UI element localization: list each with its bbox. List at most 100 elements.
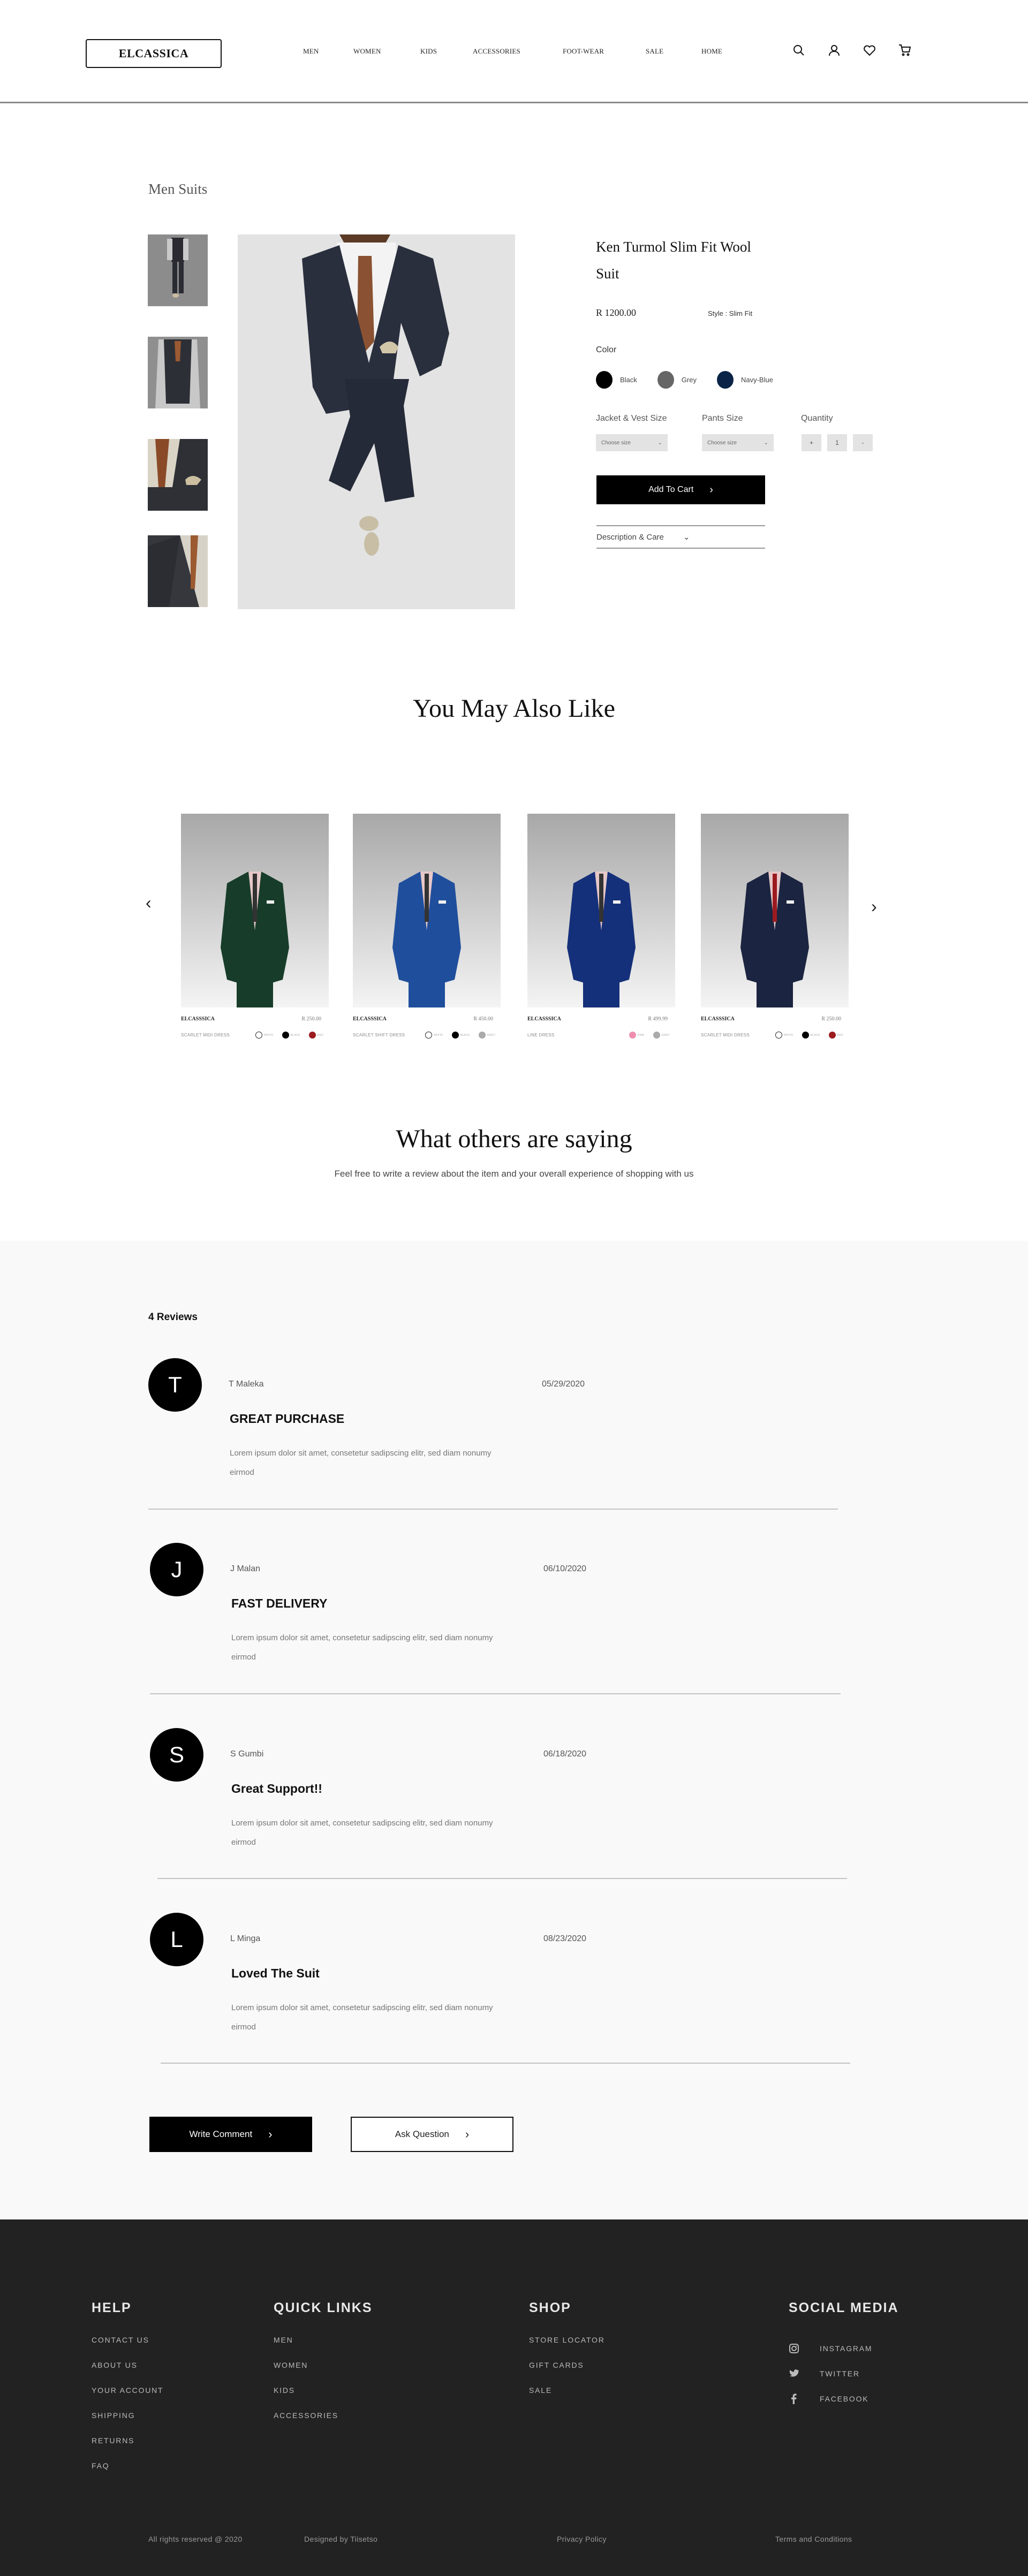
color-swatches: Black Grey Navy-Blue [596,371,793,389]
carousel-prev-arrow[interactable]: ‹ [146,893,152,913]
heart-icon[interactable] [863,44,876,57]
color-name: WHITE [784,1033,793,1037]
add-to-cart-button[interactable]: Add To Cart › [596,475,765,504]
color-dot [657,371,674,389]
carousel-next-arrow[interactable]: › [871,897,877,916]
color-dot [596,371,613,389]
divider [150,1693,841,1694]
review-body: Lorem ipsum dolor sit amet, consetetur s… [231,2003,493,2032]
logo[interactable]: ELCASSICA [86,39,222,68]
nav-men[interactable]: MEN [303,47,353,56]
breadcrumb[interactable]: Men Suits [148,181,207,198]
color-dot[interactable] [425,1032,433,1039]
color-dot[interactable] [653,1032,660,1039]
product-card-image[interactable] [353,814,501,1007]
jacket-size-select[interactable]: Choose size ⌄ [596,434,668,451]
nav-home[interactable]: HOME [701,47,722,56]
review-date: 08/23/2020 [543,1934,587,1943]
product-card[interactable]: ELCASSSICA R 250.00 SCARLET MIDI DRESS WHIT… [181,814,329,1039]
color-dot[interactable] [629,1032,636,1039]
color-name: PINK [637,1033,645,1037]
product-price: R 499.99 [648,1016,668,1022]
footer-link-accessories[interactable]: ACCESSORIES [274,2411,373,2436]
color-dot[interactable] [255,1032,263,1039]
footer-heading: QUICK LINKS [274,2300,373,2315]
product-card[interactable]: ELCASSSICA R 450.00 SCARLET SHIFT DRESS WHI… [353,814,501,1039]
color-dot[interactable] [308,1032,316,1039]
thumbnail-4[interactable] [148,535,208,607]
product-name: SCARLET MIDI DRESS [181,1033,230,1037]
quantity-increase-button[interactable]: + [802,434,821,451]
footer-shop: SHOP STORE LOCATOR GIFT CARDS SALE [529,2300,605,2411]
nav-women[interactable]: WOMEN [353,47,420,56]
product-brand: ELCASSSICA [181,1016,215,1022]
color-name: BLACK [290,1033,300,1037]
footer-link-men[interactable]: MEN [274,2336,373,2361]
product-card[interactable]: ELCASSSICA R 499.99 LINE DRESS PINK GREY [527,814,675,1039]
product-card-image[interactable] [527,814,675,1007]
product-price: R 450.00 [473,1016,493,1022]
footer-link-shipping[interactable]: SHIPPING [92,2411,163,2436]
nav-accessories[interactable]: ACCESSORIES [473,47,563,56]
quantity-decrease-button[interactable]: - [853,434,873,451]
footer-link-faq[interactable]: FAQ [92,2461,163,2487]
color-name: RED [317,1033,323,1037]
footer-heading: SHOP [529,2300,571,2315]
footer-link-store-locator[interactable]: STORE LOCATOR [529,2336,605,2361]
color-dot[interactable] [451,1032,459,1039]
footer-link-your-account[interactable]: YOUR ACCOUNT [92,2386,163,2411]
twitter-icon [789,2367,799,2380]
nav-sale[interactable]: SALE [646,47,701,56]
cart-icon[interactable] [898,44,911,57]
pants-size-select[interactable]: Choose size ⌄ [702,434,774,451]
reviewer-name: L Minga [230,1934,261,1943]
color-dot[interactable] [802,1032,809,1039]
main-product-image [238,234,515,609]
product-card-image[interactable] [181,814,329,1007]
privacy-policy-link[interactable]: Privacy Policy [557,2535,607,2543]
footer-link-about-us[interactable]: ABOUT US [92,2361,163,2386]
review-body: Lorem ipsum dolor sit amet, consetetur s… [231,1819,493,1847]
product-color-options: WHITE BLACK RED [772,1032,849,1039]
jacket-size-label: Jacket & Vest Size [596,414,667,423]
color-dot[interactable] [828,1032,836,1039]
footer-link-facebook[interactable]: FACEBOOK [789,2386,899,2411]
footer-link-twitter[interactable]: TWITTER [789,2361,899,2386]
color-option-navy-blue[interactable]: Navy-Blue [716,371,773,389]
nav-kids[interactable]: KIDS [420,47,473,56]
description-care-toggle[interactable]: Description & Care ⌄ [596,525,765,549]
reviewer-name: S Gumbi [230,1749,264,1759]
color-dot[interactable] [478,1032,486,1039]
reviewer-name: J Malan [230,1564,261,1573]
write-comment-button[interactable]: Write Comment › [149,2117,312,2152]
product-style: Style : Slim Fit [708,309,753,317]
color-option-black[interactable]: Black [596,371,637,389]
avatar: J [150,1543,203,1596]
footer-link-instagram[interactable]: INSTAGRAM [789,2336,899,2361]
footer-link-returns[interactable]: RETURNS [92,2436,163,2461]
footer-link-gift-cards[interactable]: GIFT CARDS [529,2361,605,2386]
thumbnail-3[interactable] [148,439,208,511]
thumbnail-2[interactable] [148,337,208,408]
footer-link-contact-us[interactable]: CONTACT US [92,2336,163,2361]
site-header: ELCASSICA MEN WOMEN KIDS ACCESSORIES FOO… [0,0,1028,103]
color-dot[interactable] [282,1032,289,1039]
footer-link-kids[interactable]: KIDS [274,2386,373,2411]
color-name: GREY [487,1033,495,1037]
thumbnail-1[interactable] [148,234,208,306]
terms-link[interactable]: Terms and Conditions [775,2535,852,2543]
nav-foot-wear[interactable]: FOOT-WEAR [563,47,646,56]
facebook-icon [789,2392,799,2405]
footer-link-women[interactable]: WOMEN [274,2361,373,2386]
color-dot[interactable] [775,1032,783,1039]
product-card-image[interactable] [701,814,849,1007]
color-name: BLACK [810,1033,820,1037]
quantity-value[interactable]: 1 [827,434,847,451]
ask-question-button[interactable]: Ask Question › [351,2117,513,2152]
footer-link-sale[interactable]: SALE [529,2386,605,2411]
color-name: WHITE [434,1033,443,1037]
user-icon[interactable] [828,44,841,57]
search-icon[interactable] [792,44,805,57]
color-option-grey[interactable]: Grey [657,371,697,389]
product-card[interactable]: ELCASSSICA R 250.00 SCARLET MIDI DRESS WHIT… [701,814,849,1039]
